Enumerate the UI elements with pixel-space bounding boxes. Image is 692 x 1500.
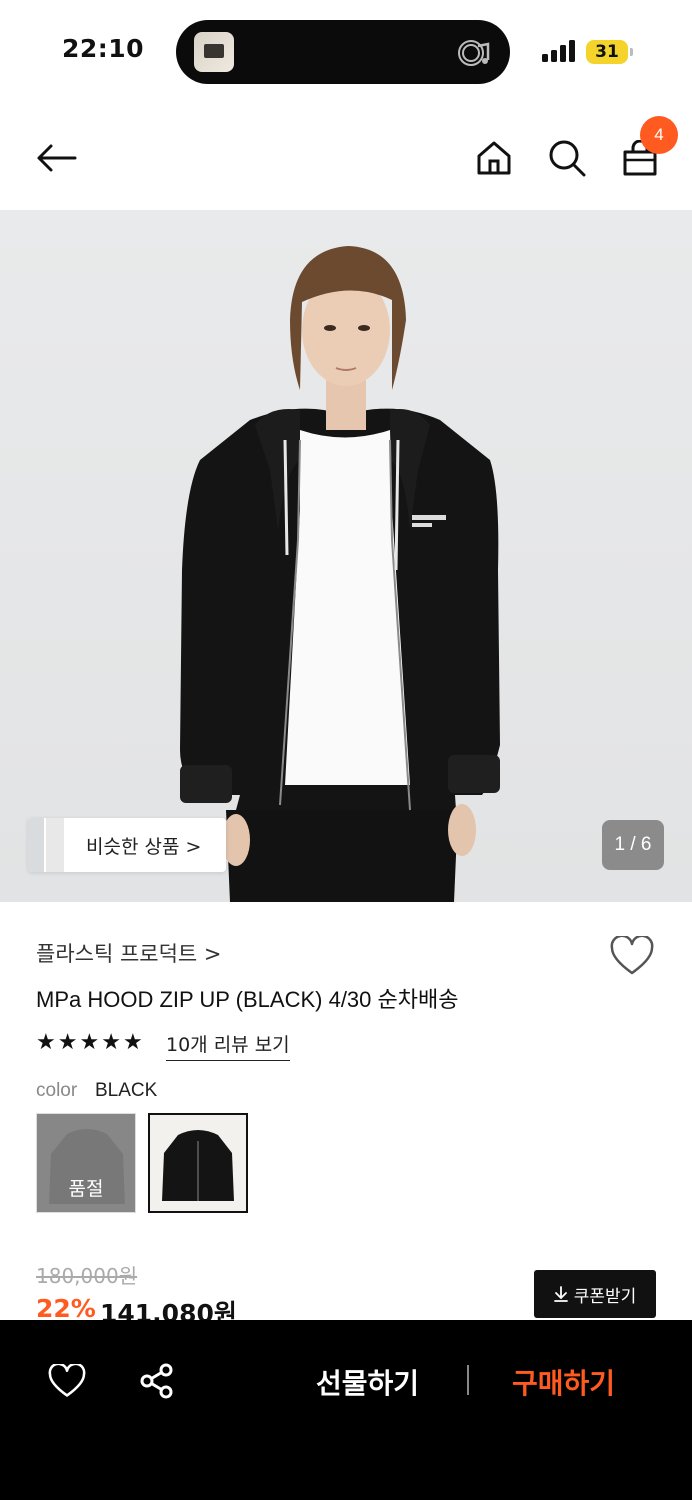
home-button[interactable] bbox=[470, 134, 518, 182]
home-icon bbox=[477, 141, 511, 175]
download-icon bbox=[553, 1286, 568, 1302]
star-icon: ★ bbox=[101, 1030, 121, 1055]
back-button[interactable] bbox=[32, 134, 80, 182]
battery-indicator: 31 bbox=[586, 40, 633, 64]
similar-product-thumbnail bbox=[44, 818, 64, 872]
discount-rate: 22% bbox=[36, 1294, 96, 1323]
similar-products-button[interactable]: 비슷한 상품 > bbox=[28, 818, 226, 872]
gift-button[interactable]: 선물하기 bbox=[316, 1362, 419, 1402]
cart-count-badge: 4 bbox=[640, 116, 678, 154]
star-icon: ★ bbox=[122, 1030, 143, 1055]
audio-waves-icon bbox=[458, 40, 490, 66]
wishlist-button[interactable] bbox=[610, 934, 656, 980]
share-button[interactable] bbox=[134, 1358, 180, 1404]
color-label: color bbox=[36, 1080, 78, 1101]
image-page-indicator: 1 / 6 bbox=[602, 820, 664, 870]
review-link[interactable]: 10개 리뷰 보기 bbox=[166, 1030, 290, 1061]
product-image[interactable] bbox=[0, 210, 692, 902]
coupon-label: 쿠폰받기 bbox=[573, 1286, 637, 1307]
original-price: 180,000원 bbox=[36, 1264, 138, 1288]
share-icon bbox=[140, 1363, 173, 1399]
divider bbox=[467, 1365, 469, 1395]
black-hoodie-thumbnail bbox=[162, 1130, 234, 1201]
star-icon: ★ bbox=[79, 1030, 100, 1055]
soldout-label: 품절 bbox=[68, 1178, 104, 1200]
like-button[interactable] bbox=[44, 1358, 90, 1404]
star-rating: ★ ★ ★ ★ ★ bbox=[36, 1030, 143, 1055]
color-value: BLACK bbox=[95, 1080, 158, 1101]
top-nav bbox=[0, 110, 692, 206]
search-button[interactable] bbox=[543, 134, 591, 182]
bottom-action-bar: 선물하기 구매하기 bbox=[0, 1320, 692, 1500]
coupon-download-button[interactable]: 쿠폰받기 bbox=[534, 1270, 656, 1318]
now-playing-thumbnail bbox=[194, 32, 234, 72]
buy-button[interactable]: 구매하기 bbox=[512, 1362, 615, 1402]
product-title: MPa HOOD ZIP UP (BLACK) 4/30 순차배송 bbox=[36, 987, 459, 1012]
model-wearing-hoodie-illustration bbox=[180, 246, 500, 902]
search-icon bbox=[549, 140, 586, 177]
status-time: 22:10 bbox=[62, 34, 145, 63]
signal-icon bbox=[542, 40, 575, 62]
similar-products-label: 비슷한 상품 > bbox=[86, 836, 202, 858]
dynamic-island[interactable] bbox=[176, 20, 510, 84]
color-swatch-black[interactable] bbox=[148, 1113, 248, 1213]
arrow-left-icon bbox=[37, 144, 77, 172]
heart-icon bbox=[610, 934, 654, 975]
heart-icon bbox=[48, 1364, 86, 1397]
star-icon: ★ bbox=[36, 1030, 56, 1055]
color-swatch-soldout[interactable]: 품절 bbox=[36, 1113, 136, 1213]
brand-link[interactable]: 플라스틱 프로덕트 > bbox=[36, 938, 222, 968]
star-icon: ★ bbox=[57, 1030, 78, 1055]
status-bar: 22:10 31 bbox=[0, 0, 692, 100]
